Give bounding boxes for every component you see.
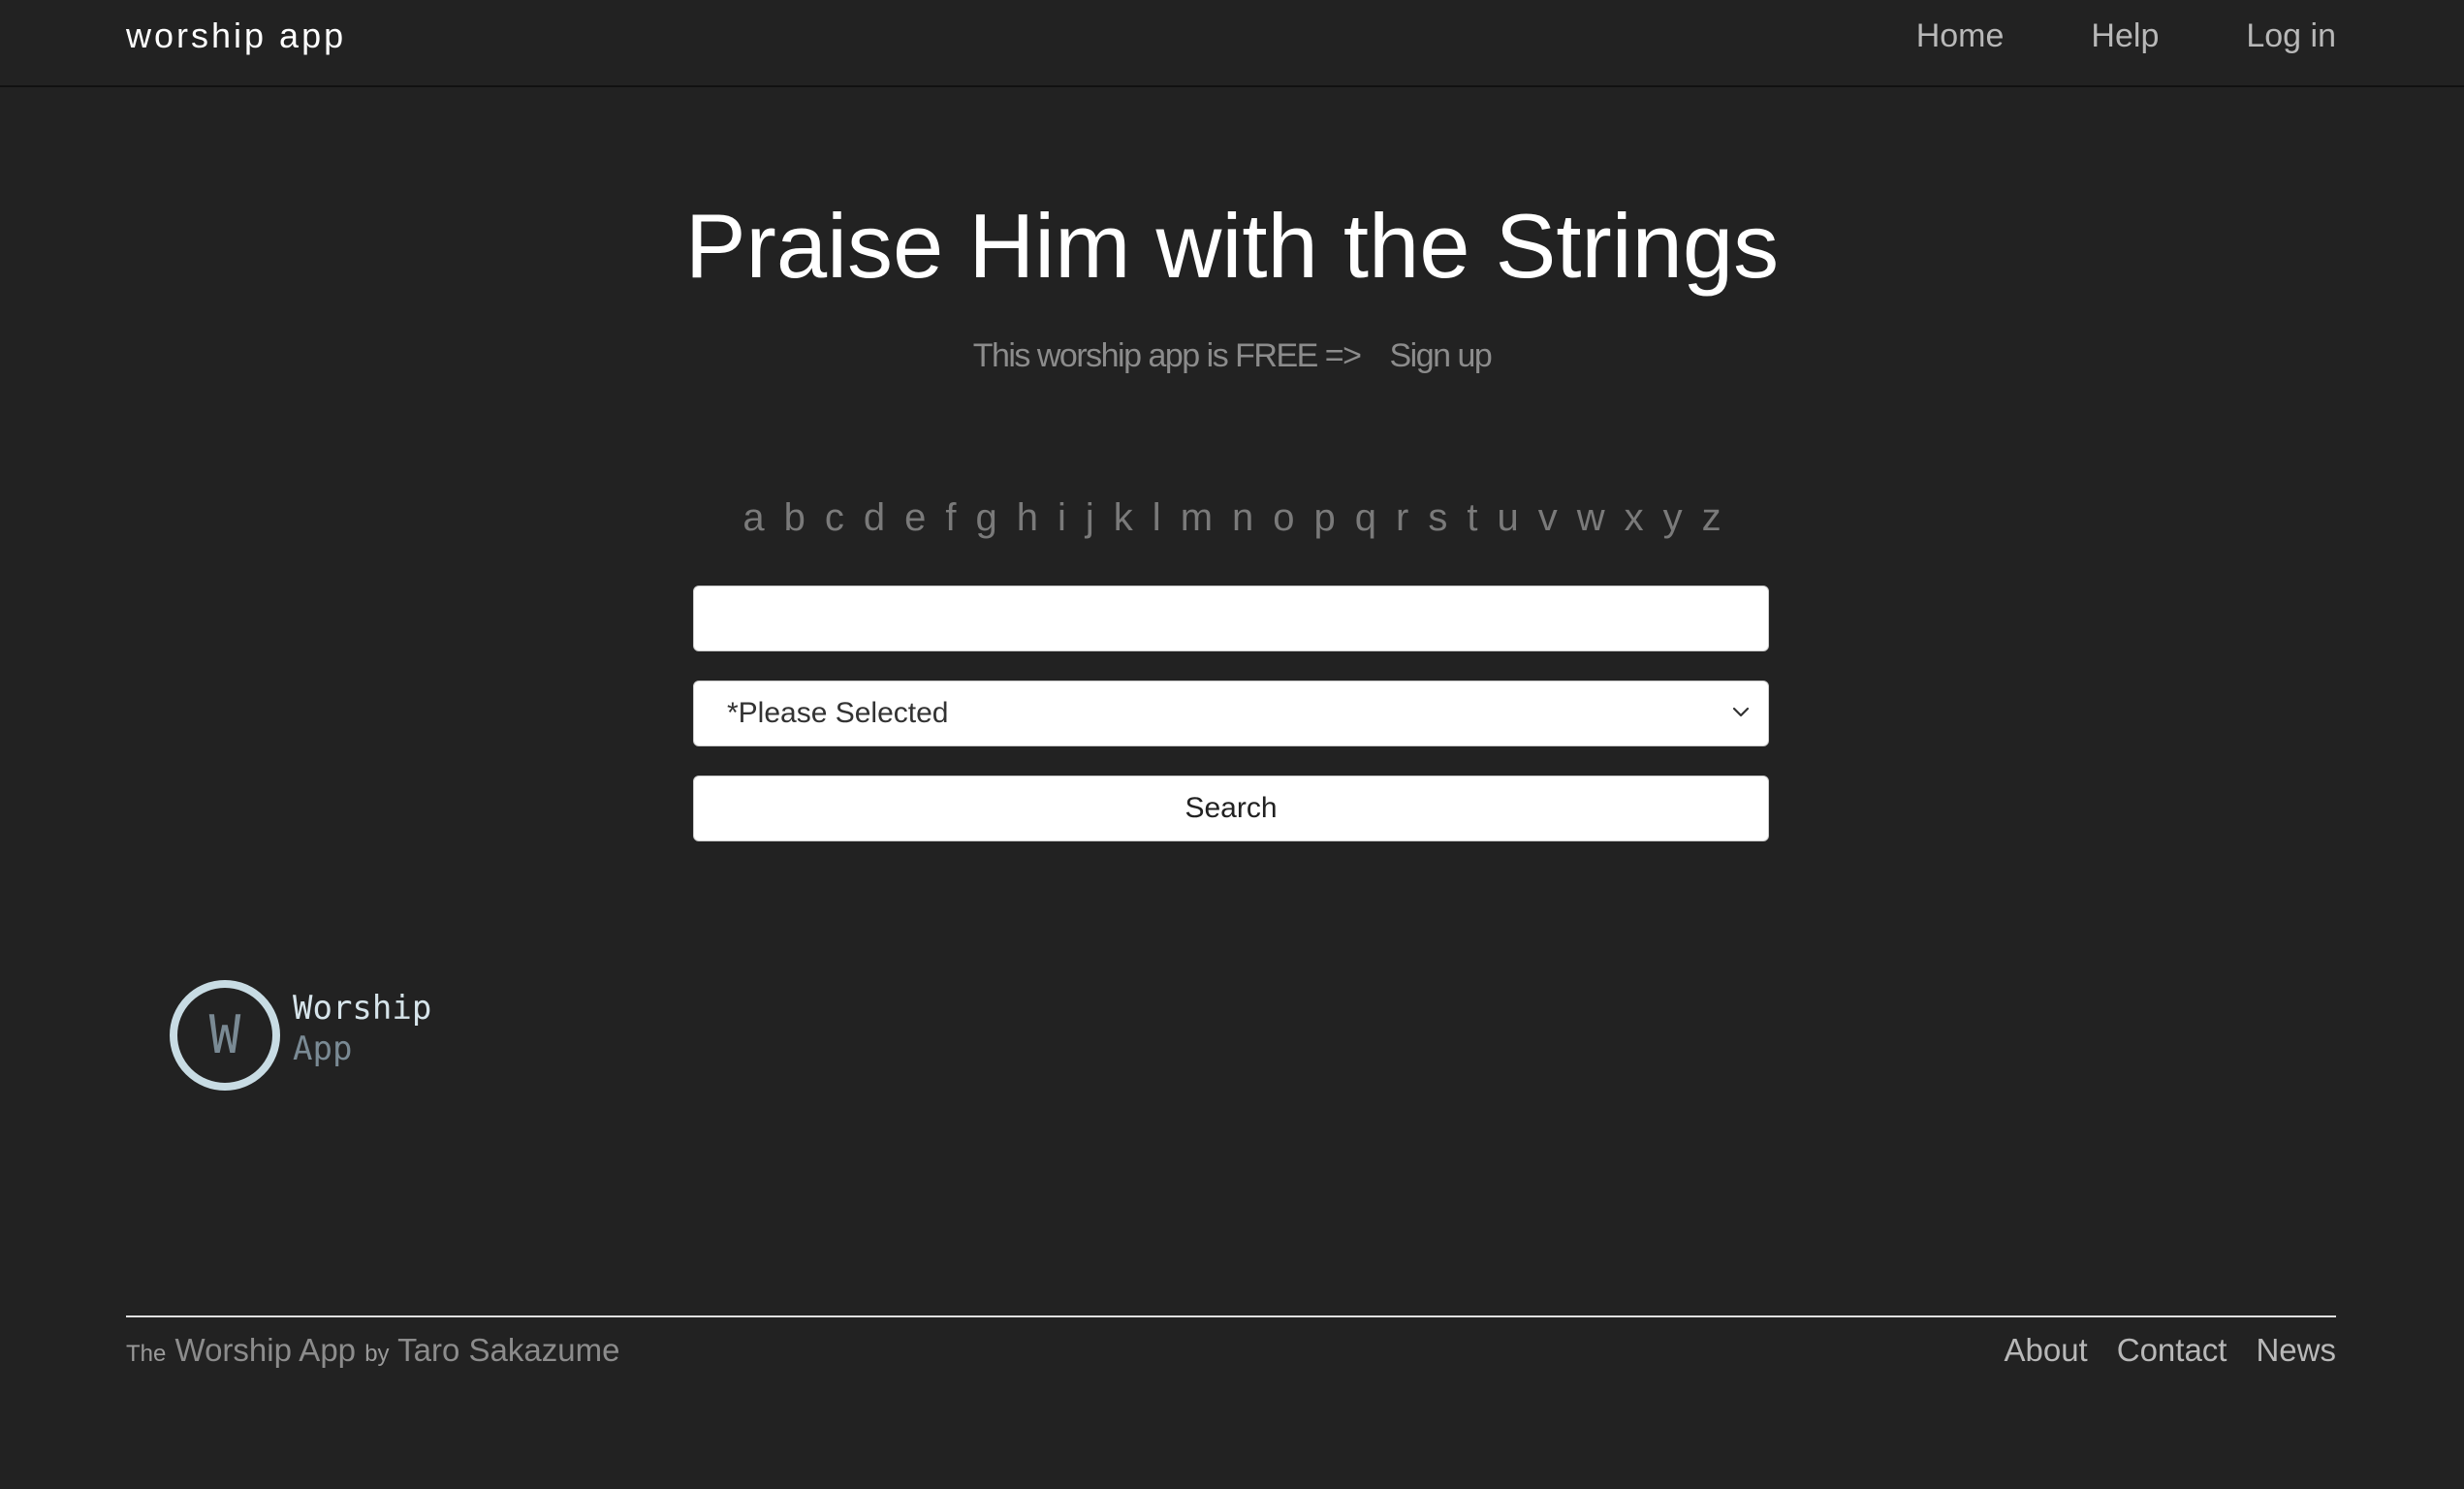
footer-contact-link[interactable]: Contact bbox=[2117, 1332, 2227, 1369]
letter-link-b[interactable]: b bbox=[784, 496, 806, 540]
free-notice: This worship app is FREE => bbox=[972, 337, 1362, 374]
search-form: *Please Selected Search bbox=[693, 586, 1769, 841]
letter-link-q[interactable]: q bbox=[1355, 496, 1376, 540]
letter-link-z[interactable]: z bbox=[1702, 496, 1722, 540]
signup-link[interactable]: Sign up bbox=[1389, 337, 1492, 375]
brand-name[interactable]: worship app bbox=[126, 16, 346, 56]
letter-link-l[interactable]: l bbox=[1153, 496, 1161, 540]
nav-home-link[interactable]: Home bbox=[1916, 17, 2005, 55]
logo-text: Worship App bbox=[293, 988, 431, 1069]
letter-link-s[interactable]: s bbox=[1428, 496, 1447, 540]
top-navbar: worship app Home Help Log in bbox=[0, 0, 2464, 87]
page-title: Praise Him with the Strings bbox=[684, 195, 1780, 297]
footer-the: The bbox=[126, 1341, 167, 1367]
logo-line-worship: Worship bbox=[293, 989, 432, 1028]
letter-link-g[interactable]: g bbox=[976, 496, 997, 540]
letter-link-h[interactable]: h bbox=[1017, 496, 1038, 540]
nav-links: Home Help Log in bbox=[1916, 17, 2336, 55]
letter-link-p[interactable]: p bbox=[1314, 496, 1336, 540]
footer-about-link[interactable]: About bbox=[2004, 1332, 2087, 1369]
alphabet-index: abcdefghijklmnopqrstuvwxyz bbox=[0, 496, 2464, 540]
footer-author-link[interactable]: Taro Sakazume bbox=[397, 1332, 619, 1368]
nav-help-link[interactable]: Help bbox=[2091, 17, 2159, 55]
footer-divider bbox=[126, 1315, 2336, 1317]
letter-link-i[interactable]: i bbox=[1058, 496, 1066, 540]
search-input[interactable] bbox=[693, 586, 1769, 651]
logo-line-app: App bbox=[293, 1030, 353, 1068]
letter-link-r[interactable]: r bbox=[1396, 496, 1408, 540]
letter-link-e[interactable]: e bbox=[904, 496, 926, 540]
footer-news-link[interactable]: News bbox=[2256, 1332, 2336, 1369]
letter-link-d[interactable]: d bbox=[864, 496, 885, 540]
chevron-down-icon bbox=[1732, 707, 1750, 717]
letter-link-a[interactable]: a bbox=[742, 496, 764, 540]
letter-link-v[interactable]: v bbox=[1538, 496, 1558, 540]
letter-link-m[interactable]: m bbox=[1181, 496, 1213, 540]
logo-circle-icon: W bbox=[170, 980, 280, 1091]
letter-link-y[interactable]: y bbox=[1663, 496, 1683, 540]
letter-link-o[interactable]: o bbox=[1273, 496, 1294, 540]
footer-app-link[interactable]: Worship App bbox=[175, 1332, 357, 1368]
letter-link-w[interactable]: w bbox=[1577, 496, 1605, 540]
category-select[interactable]: *Please Selected bbox=[693, 681, 1769, 746]
search-button[interactable]: Search bbox=[693, 776, 1769, 841]
select-value: *Please Selected bbox=[727, 697, 949, 729]
worship-app-logo: W Worship App bbox=[169, 979, 431, 1092]
tagline: This worship app is FREE => Sign up bbox=[0, 337, 2464, 375]
letter-link-k[interactable]: k bbox=[1114, 496, 1133, 540]
logo-letter: W bbox=[209, 1004, 241, 1065]
letter-link-u[interactable]: u bbox=[1497, 496, 1518, 540]
footer-credit: The Worship App by Taro Sakazume bbox=[126, 1332, 619, 1369]
letter-link-n[interactable]: n bbox=[1232, 496, 1253, 540]
letter-link-c[interactable]: c bbox=[825, 496, 844, 540]
letter-link-t[interactable]: t bbox=[1467, 496, 1477, 540]
footer-links: About Contact News bbox=[2004, 1332, 2336, 1369]
footer-by: by bbox=[364, 1341, 390, 1367]
letter-link-x[interactable]: x bbox=[1625, 496, 1644, 540]
nav-login-link[interactable]: Log in bbox=[2246, 17, 2336, 55]
letter-link-j[interactable]: j bbox=[1086, 496, 1094, 540]
letter-link-f[interactable]: f bbox=[945, 496, 956, 540]
